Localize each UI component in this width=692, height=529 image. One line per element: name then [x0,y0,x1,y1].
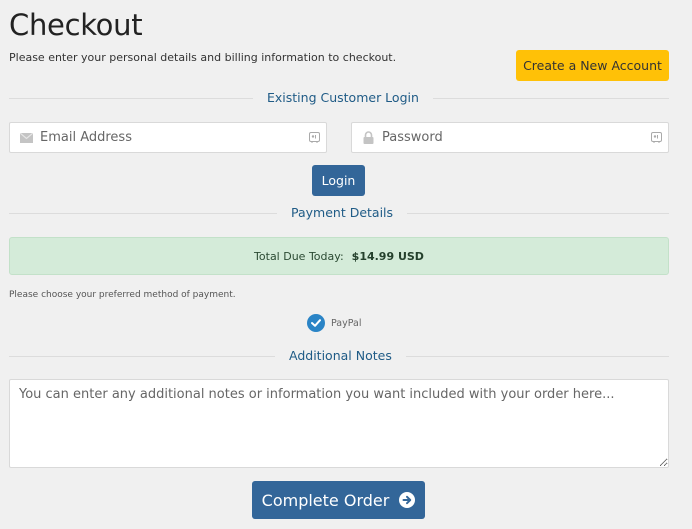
total-due-panel: Total Due Today: $14.99 USD [9,237,669,275]
total-due-amount: $14.99 USD [351,249,424,263]
notes-section-divider: Additional Notes [9,348,669,364]
complete-order-label: Complete Order [261,490,390,510]
autofill-badge-icon[interactable] [650,132,662,144]
notes-section-title: Additional Notes [289,348,392,363]
login-section-title: Existing Customer Login [267,90,419,105]
email-field-wrapper [9,122,327,153]
password-field-wrapper [351,122,669,153]
email-input[interactable] [40,123,308,152]
create-account-button[interactable]: Create a New Account [516,50,669,81]
payment-method-hint: Please choose your preferred method of p… [9,290,236,300]
payment-section-title: Payment Details [291,205,394,220]
page-subtitle: Please enter your personal details and b… [9,51,397,64]
payment-method-paypal[interactable]: PayPal [307,314,362,332]
divider-line [432,97,669,99]
payment-method-label: PayPal [331,317,362,329]
lock-icon [361,131,375,145]
notes-textarea[interactable] [9,379,669,468]
divider-line [407,212,669,214]
total-due-label: Total Due Today: [254,249,344,263]
arrow-circle-right-icon [399,492,416,508]
payment-section-divider: Payment Details [9,205,669,221]
password-input[interactable] [382,123,650,152]
check-circle-icon[interactable] [307,314,325,332]
divider-line [405,355,669,357]
divider-line [9,355,275,357]
divider-line [9,212,277,214]
envelope-icon [19,131,33,145]
checkout-page: Checkout Please enter your personal deta… [0,0,692,529]
autofill-badge-icon[interactable] [308,132,320,144]
page-title: Checkout [9,8,143,42]
login-button[interactable]: Login [312,165,365,196]
complete-order-button[interactable]: Complete Order [252,481,425,519]
divider-line [9,97,253,99]
login-section-divider: Existing Customer Login [9,90,669,106]
